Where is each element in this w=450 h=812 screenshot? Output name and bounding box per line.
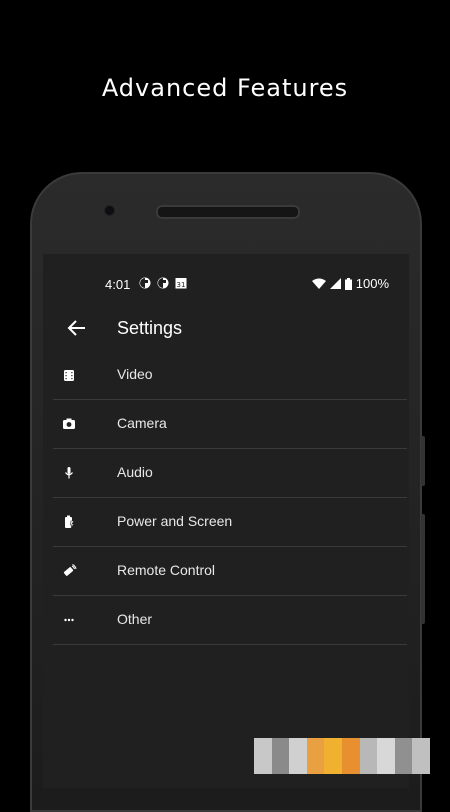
cell-signal-icon (329, 278, 341, 289)
calendar-icon: 31 (175, 278, 187, 289)
phone-screen: 4:01 31 100% Settings Video Camera Audio… (43, 254, 409, 788)
pixelated-watermark (254, 738, 430, 774)
battery-status-icon (344, 277, 352, 290)
settings-item-remote[interactable]: Remote Control (53, 547, 407, 596)
video-icon (64, 370, 74, 381)
battery-percent: 100% (355, 276, 389, 291)
camera-icon (63, 418, 75, 429)
notification-icon (157, 277, 169, 289)
headline: Advanced Features (101, 74, 349, 102)
settings-item-label: Camera (117, 415, 167, 431)
volume-button (421, 436, 425, 486)
battery-icon (65, 515, 75, 529)
wifi-icon (311, 278, 326, 289)
settings-item-label: Audio (117, 464, 153, 480)
status-time: 4:01 (105, 277, 131, 292)
settings-item-video[interactable]: Video (53, 351, 407, 400)
settings-item-other[interactable]: Other (53, 596, 407, 645)
settings-item-label: Power and Screen (117, 513, 233, 529)
settings-item-label: Video (117, 366, 153, 382)
settings-item-power[interactable]: Power and Screen (53, 498, 407, 547)
app-toolbar: Settings (43, 306, 409, 352)
settings-item-label: Remote Control (117, 562, 216, 578)
settings-item-label: Other (117, 611, 153, 627)
status-bar: 4:01 31 100% (43, 254, 409, 314)
page-title: Settings (117, 318, 183, 338)
svg-text:31: 31 (177, 281, 186, 289)
mic-icon (65, 467, 73, 479)
notification-icon (139, 277, 151, 289)
earpiece-speaker (156, 205, 300, 219)
more-icon (64, 618, 74, 622)
remote-icon (63, 564, 77, 576)
power-button (421, 514, 425, 624)
settings-list: Video Camera Audio Power and Screen Remo… (53, 351, 407, 645)
back-arrow-icon[interactable] (67, 318, 87, 338)
front-camera (104, 205, 115, 216)
settings-item-camera[interactable]: Camera (53, 400, 407, 449)
settings-item-audio[interactable]: Audio (53, 449, 407, 498)
